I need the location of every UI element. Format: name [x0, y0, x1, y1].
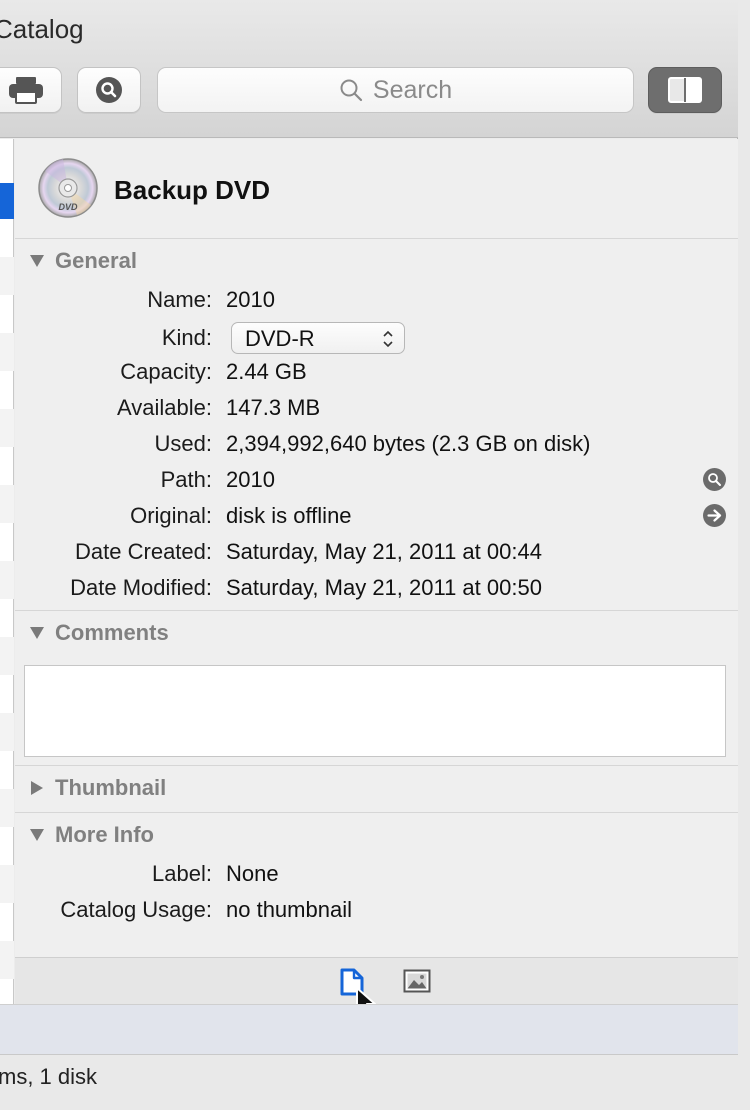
disclosure-triangle-open-icon[interactable]: [29, 626, 45, 640]
date-created-row: Date Created: Saturday, May 21, 2011 at …: [15, 534, 738, 570]
label-value: None: [226, 861, 279, 886]
thumbnail-section-label: Thumbnail: [55, 775, 167, 800]
list-row[interactable]: [0, 941, 14, 979]
catalog-usage-value: no thumbnail: [226, 897, 352, 922]
catalog-usage-label: Catalog Usage:: [60, 897, 212, 922]
original-row: Original: disk is offline: [15, 498, 738, 534]
status-text: ms, 1 disk: [0, 1064, 98, 1089]
used-row: Used: 2,394,992,640 bytes (2.3 GB on dis…: [15, 426, 738, 462]
general-section-header[interactable]: General: [15, 239, 738, 283]
updown-chevron-icon: [383, 330, 393, 348]
lower-pane: [0, 1004, 738, 1054]
kind-value: DVD-R: [245, 326, 315, 351]
magnifier-icon: [708, 473, 721, 486]
date-modified-label: Date Modified:: [70, 575, 212, 600]
selected-row[interactable]: [0, 183, 14, 219]
original-value: disk is offline: [226, 503, 352, 528]
path-label: Path:: [160, 467, 212, 492]
kind-select[interactable]: DVD-R: [231, 322, 405, 354]
svg-text:DVD: DVD: [58, 202, 78, 212]
catalog-window: Catalog Search DVD Backup DVD General Na…: [0, 0, 738, 1100]
title-toolbar: Catalog Search: [0, 0, 738, 138]
general-section-label: General: [55, 248, 137, 273]
catalog-usage-row: Catalog Usage: no thumbnail: [15, 892, 738, 928]
disclosure-triangle-open-icon[interactable]: [29, 828, 45, 842]
search-icon: [340, 79, 362, 102]
toggle-inspector-button[interactable]: [648, 67, 722, 113]
arrow-right-icon: [707, 509, 722, 522]
comments-section-header[interactable]: Comments: [15, 611, 738, 655]
list-row[interactable]: [0, 789, 14, 827]
image-preview-icon[interactable]: [403, 969, 431, 993]
go-to-original-button[interactable]: [703, 504, 726, 527]
list-row[interactable]: [0, 637, 14, 675]
available-label: Available:: [117, 395, 212, 420]
list-row[interactable]: [0, 561, 14, 599]
capacity-row: Capacity: 2.44 GB: [15, 354, 738, 390]
sidebar-toggle-icon: [668, 77, 702, 103]
disclosure-triangle-open-icon[interactable]: [29, 254, 45, 268]
catalog-list[interactable]: [0, 139, 14, 1004]
list-row[interactable]: [0, 333, 14, 371]
comments-section-label: Comments: [55, 620, 169, 645]
window-title: Catalog: [0, 14, 84, 44]
capacity-value: 2.44 GB: [226, 359, 307, 384]
path-row: Path: 2010: [15, 462, 738, 498]
date-created-label: Date Created:: [75, 539, 212, 564]
list-row[interactable]: [0, 713, 14, 751]
name-label: Name:: [147, 287, 212, 312]
used-value: 2,394,992,640 bytes (2.3 GB on disk): [226, 431, 591, 456]
printer-icon: [9, 77, 43, 104]
reveal-path-button[interactable]: [703, 468, 726, 491]
used-label: Used:: [154, 431, 212, 456]
list-row[interactable]: [0, 409, 14, 447]
list-row[interactable]: [0, 257, 14, 295]
inspector-header: DVD Backup DVD: [15, 139, 738, 239]
thumbnail-section-header[interactable]: Thumbnail: [15, 766, 738, 810]
inspector-panel: DVD Backup DVD General Name: 2010 Kind: …: [15, 139, 738, 957]
comments-textarea[interactable]: [24, 665, 726, 757]
date-created-value: Saturday, May 21, 2011 at 00:44: [226, 539, 542, 564]
search-placeholder: Search: [372, 75, 453, 104]
available-row: Available: 147.3 MB: [15, 390, 738, 426]
disclosure-triangle-closed-icon[interactable]: [30, 780, 44, 796]
capacity-label: Capacity:: [120, 359, 212, 384]
search-field[interactable]: Search: [157, 67, 634, 113]
more-info-section-header[interactable]: More Info: [15, 813, 738, 857]
date-modified-value: Saturday, May 21, 2011 at 00:50: [226, 575, 542, 600]
print-button[interactable]: [0, 67, 62, 113]
dvd-disc-icon: DVD: [38, 158, 98, 218]
more-info-section-label: More Info: [55, 822, 154, 847]
kind-label: Kind:: [161, 325, 212, 350]
name-row: Name: 2010: [15, 282, 738, 318]
volume-name: Backup DVD: [114, 175, 271, 205]
date-modified-row: Date Modified: Saturday, May 21, 2011 at…: [15, 570, 738, 606]
label-label: Label:: [152, 861, 212, 886]
quick-look-button[interactable]: [77, 67, 141, 113]
available-value: 147.3 MB: [226, 395, 321, 420]
name-value: 2010: [226, 287, 275, 312]
magnifier-icon: [96, 77, 122, 103]
list-row[interactable]: [0, 485, 14, 523]
path-value: 2010: [226, 467, 275, 492]
label-row: Label: None: [15, 856, 738, 892]
list-row[interactable]: [0, 865, 14, 903]
status-bar: ms, 1 disk: [0, 1054, 738, 1100]
original-label: Original:: [130, 503, 212, 528]
